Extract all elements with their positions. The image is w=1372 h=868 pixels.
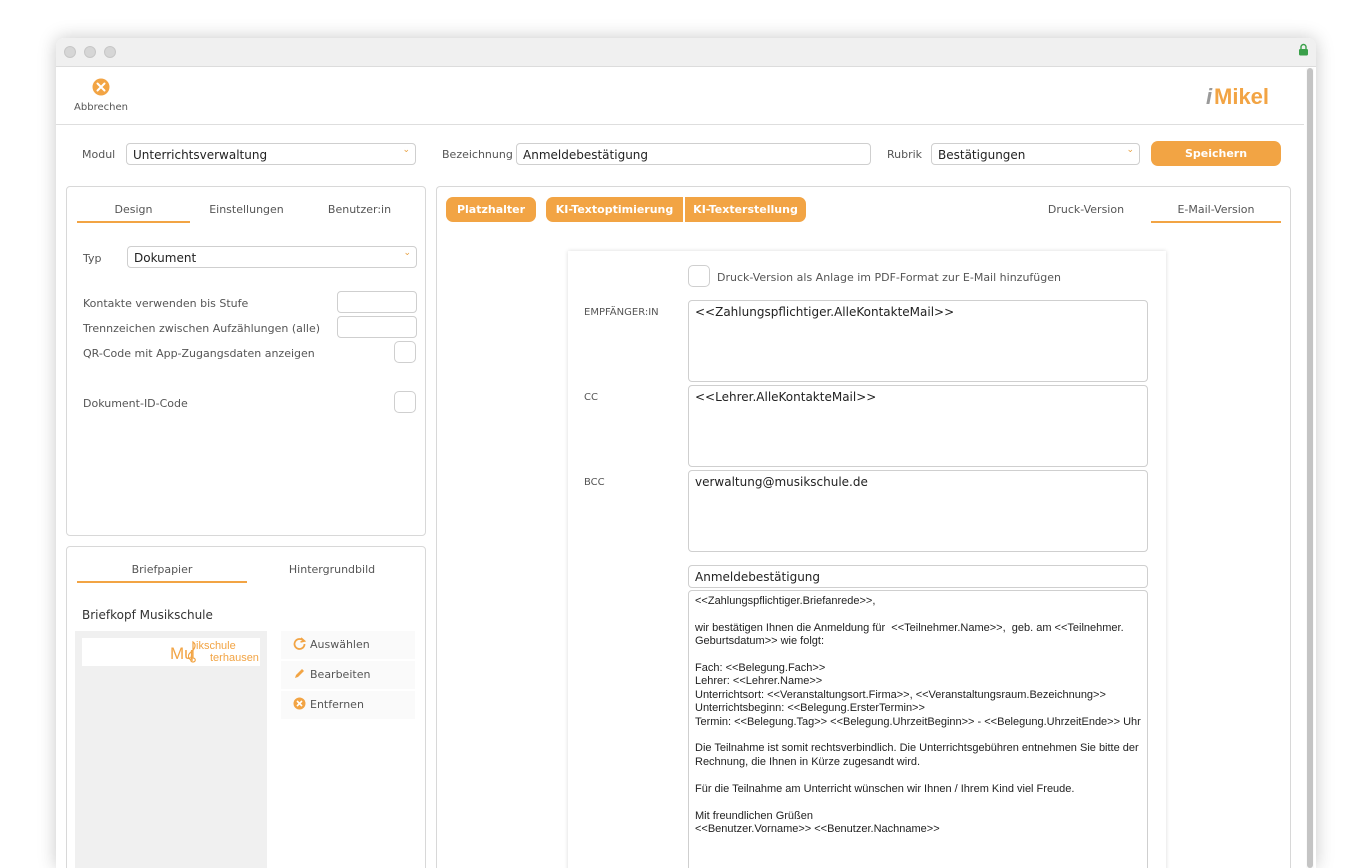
typ-value: Dokument bbox=[134, 251, 197, 265]
musikschule-logo: Mu ikschule terhausen bbox=[82, 638, 260, 666]
imikel-logo: i Mikel bbox=[1206, 84, 1269, 109]
logo-line2: terhausen bbox=[210, 652, 259, 664]
cc-field[interactable]: <<Lehrer.AlleKontakteMail>> bbox=[688, 385, 1148, 467]
chevron-down-icon: ⌄ bbox=[403, 248, 411, 258]
tab-hintergrundbild[interactable]: Hintergrundbild bbox=[247, 563, 417, 576]
logo-line1: ikschule bbox=[196, 640, 236, 652]
auswaehlen-label: Auswählen bbox=[310, 638, 370, 651]
modul-value: Unterrichtsverwaltung bbox=[133, 148, 268, 162]
ki-texterstellung-button[interactable]: KI-Texterstellung bbox=[685, 197, 806, 222]
typ-select[interactable]: Dokument ⌄ bbox=[127, 246, 417, 268]
email-sheet: Druck-Version als Anlage im PDF-Format z… bbox=[568, 251, 1166, 868]
cc-label: CC bbox=[584, 392, 598, 403]
title-bar bbox=[56, 38, 1316, 67]
toolbar: Abbrechen i Mikel bbox=[56, 67, 1304, 125]
treble-clef-icon bbox=[188, 640, 196, 663]
tab-druck-version[interactable]: Druck-Version bbox=[1021, 203, 1151, 216]
bcc-label: BCC bbox=[584, 477, 605, 488]
body-text: <<Zahlungspflichtiger.Briefanrede>>, wir… bbox=[695, 595, 1141, 835]
cancel-button[interactable]: Abbrechen bbox=[70, 78, 132, 113]
platzhalter-button[interactable]: Platzhalter bbox=[446, 197, 536, 222]
dokument-id-label: Dokument-ID-Code bbox=[83, 397, 188, 410]
chevron-down-icon: ⌄ bbox=[402, 145, 410, 155]
cancel-label: Abbrechen bbox=[74, 102, 128, 113]
kontakte-label: Kontakte verwenden bis Stufe bbox=[83, 297, 249, 310]
bearbeiten-button[interactable]: Bearbeiten bbox=[281, 661, 415, 689]
auswaehlen-button[interactable]: Auswählen bbox=[281, 631, 415, 659]
typ-label: Typ bbox=[83, 252, 102, 265]
window-scrollbar[interactable] bbox=[1306, 68, 1314, 868]
refresh-icon bbox=[293, 637, 307, 650]
rubrik-select[interactable]: Bestätigungen ⌄ bbox=[931, 143, 1140, 165]
minimize-window-button[interactable] bbox=[84, 46, 96, 58]
tab-briefpapier[interactable]: Briefpapier bbox=[77, 563, 247, 583]
editor-panel: Platzhalter KI-Textoptimierung KI-Texter… bbox=[436, 186, 1291, 868]
svg-text:i: i bbox=[1206, 84, 1213, 109]
attach-pdf-checkbox[interactable] bbox=[688, 265, 710, 287]
remove-icon bbox=[293, 697, 306, 710]
trennzeichen-label: Trennzeichen zwischen Aufzählungen (alle… bbox=[83, 322, 321, 335]
entfernen-button[interactable]: Entfernen bbox=[281, 691, 415, 719]
qr-code-checkbox[interactable] bbox=[394, 341, 416, 363]
lock-icon bbox=[1299, 43, 1308, 56]
save-button[interactable]: Speichern bbox=[1151, 141, 1281, 166]
bezeichnung-input[interactable]: Anmeldebestätigung bbox=[516, 143, 871, 165]
tab-email-version[interactable]: E-Mail-Version bbox=[1151, 203, 1281, 223]
bearbeiten-label: Bearbeiten bbox=[310, 668, 371, 681]
modul-label: Modul bbox=[82, 148, 116, 161]
modul-select[interactable]: Unterrichtsverwaltung ⌄ bbox=[126, 143, 416, 165]
close-window-button[interactable] bbox=[64, 46, 76, 58]
rubrik-label: Rubrik bbox=[887, 148, 923, 161]
dokument-id-checkbox[interactable] bbox=[394, 391, 416, 413]
recipient-label: EMPFÄNGER:IN bbox=[584, 307, 659, 318]
app-window: Abbrechen i Mikel Modul Unterrichtsverwa… bbox=[56, 38, 1316, 868]
trennzeichen-input[interactable] bbox=[337, 316, 417, 338]
subject-field[interactable]: Anmeldebestätigung bbox=[688, 565, 1148, 588]
briefkopf-title: Briefkopf Musikschule bbox=[82, 608, 213, 622]
cancel-icon bbox=[92, 78, 110, 96]
ki-textoptimierung-button[interactable]: KI-Textoptimierung bbox=[546, 197, 683, 222]
bcc-field[interactable]: verwaltung@musikschule.de bbox=[688, 470, 1148, 552]
attach-pdf-label: Druck-Version als Anlage im PDF-Format z… bbox=[717, 271, 1061, 284]
qr-code-label: QR-Code mit App-Zugangsdaten anzeigen bbox=[83, 347, 315, 360]
chevron-down-icon: ⌄ bbox=[1126, 145, 1134, 155]
pencil-icon bbox=[295, 669, 304, 678]
bezeichnung-label: Bezeichnung bbox=[442, 148, 513, 161]
tab-design[interactable]: Design bbox=[77, 203, 190, 223]
briefpapier-panel: Briefpapier Hintergrundbild Briefkopf Mu… bbox=[66, 546, 426, 868]
recipient-field[interactable]: <<Zahlungspflichtiger.AlleKontakteMail>> bbox=[688, 300, 1148, 382]
entfernen-label: Entfernen bbox=[310, 698, 364, 711]
zoom-window-button[interactable] bbox=[104, 46, 116, 58]
scrollbar-thumb[interactable] bbox=[1307, 68, 1313, 868]
rubrik-value: Bestätigungen bbox=[938, 148, 1026, 162]
settings-panel: Design Einstellungen Benutzer:in Typ Dok… bbox=[66, 186, 426, 536]
tab-einstellungen[interactable]: Einstellungen bbox=[190, 203, 303, 216]
tab-benutzer[interactable]: Benutzer:in bbox=[303, 203, 416, 216]
briefkopf-preview[interactable]: Mu ikschule terhausen bbox=[75, 631, 267, 868]
svg-text:Mikel: Mikel bbox=[1214, 84, 1269, 109]
body-editor[interactable]: <<Zahlungspflichtiger.Briefanrede>>, wir… bbox=[688, 590, 1148, 868]
kontakte-input[interactable] bbox=[337, 291, 417, 313]
